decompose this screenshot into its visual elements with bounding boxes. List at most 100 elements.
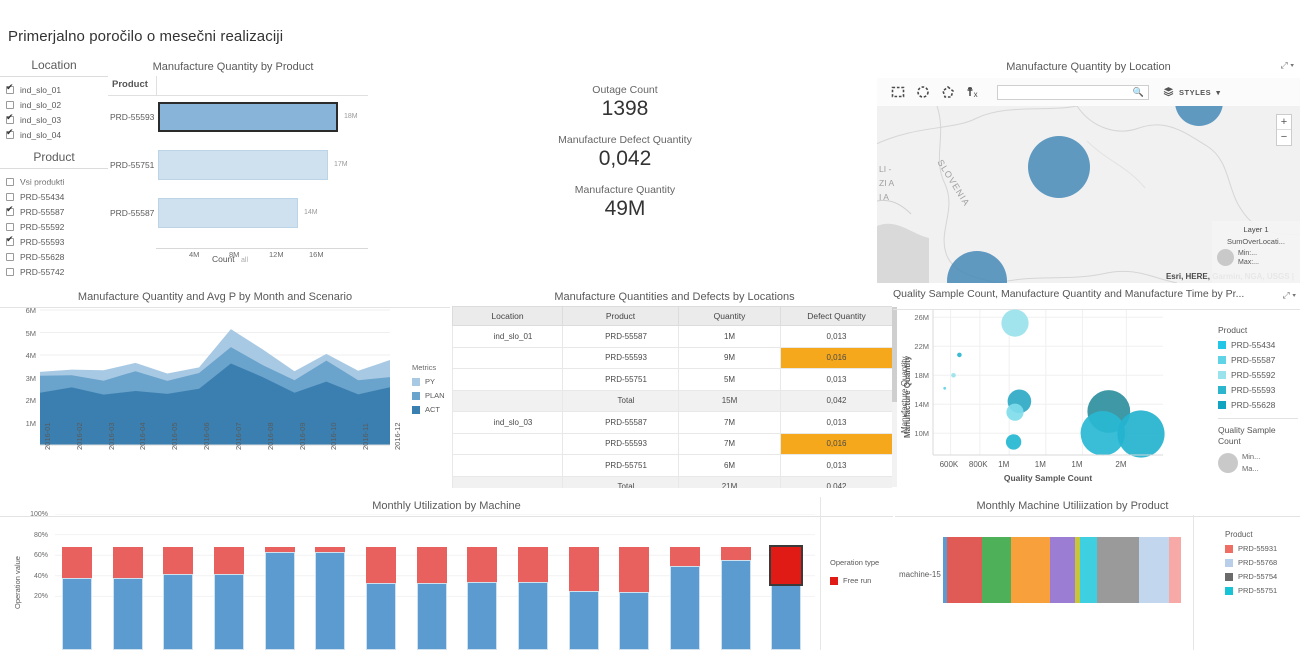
table-row[interactable]: PRD-557515M0,013 [453, 369, 893, 391]
bar-row[interactable]: PRD-5575117M [108, 148, 368, 188]
bar-segment-free-run[interactable] [113, 547, 143, 578]
utilization-legend[interactable]: Operation type Free run [830, 557, 879, 585]
mix-legend-item[interactable]: PRD-55768 [1225, 558, 1277, 567]
bar-segment-run[interactable] [721, 560, 751, 650]
product-filter-item-6[interactable]: PRD-55742 [0, 264, 108, 279]
checkbox-icon[interactable] [6, 208, 14, 216]
utilization-bar[interactable] [163, 547, 193, 650]
clear-selection-icon[interactable]: x [966, 85, 980, 99]
bar-segment-free-run[interactable] [163, 547, 193, 574]
scatter-legend-item[interactable]: PRD-55434 [1218, 340, 1298, 350]
map-canvas[interactable]: SLOVENIA LI - ZI A I A + − Esri, HERE, G… [877, 106, 1300, 283]
polygon-select-icon[interactable] [941, 85, 955, 99]
map-zoom-out-button[interactable]: − [1277, 130, 1291, 145]
area-legend[interactable]: Metrics PYPLANACT [412, 363, 445, 414]
bar-segment-run[interactable] [265, 552, 295, 650]
scatter-legend-item[interactable]: PRD-55587 [1218, 355, 1298, 365]
mix-plot-area[interactable] [943, 537, 1181, 603]
circle-select-icon[interactable] [916, 85, 930, 99]
utilization-plot-area[interactable] [55, 514, 815, 650]
mix-legend[interactable]: Product PRD-55931PRD-55768PRD-55754PRD-5… [1225, 530, 1277, 595]
mix-legend-item[interactable]: PRD-55931 [1225, 544, 1277, 553]
utilization-bar[interactable] [670, 547, 700, 650]
product-filter-item-5[interactable]: PRD-55628 [0, 249, 108, 264]
bar-segment-free-run[interactable] [366, 547, 396, 583]
utilization-bar[interactable] [417, 547, 447, 650]
utilization-bar[interactable] [315, 547, 345, 650]
rectangle-select-icon[interactable] [891, 85, 905, 99]
area-legend-item[interactable]: ACT [412, 405, 445, 414]
bar-segment-run[interactable] [619, 592, 649, 650]
mix-segment[interactable] [1097, 537, 1139, 603]
bar-segment-free-run[interactable] [518, 547, 548, 582]
bar-segment-run[interactable] [670, 566, 700, 650]
table-column-header[interactable]: Product [563, 307, 679, 326]
map-styles-button[interactable]: STYLES ▾ [1163, 86, 1220, 99]
defects-table[interactable]: LocationProductQuantityDefect Quantity i… [452, 306, 892, 488]
bar-segment-free-run[interactable] [721, 547, 751, 560]
bar-segment-run[interactable] [771, 584, 801, 650]
utilization-bar[interactable] [569, 547, 599, 650]
bar-segment-free-run[interactable] [62, 547, 92, 578]
bar-segment-run[interactable] [569, 591, 599, 650]
mix-segment[interactable] [982, 537, 1012, 603]
utilization-bar[interactable] [113, 547, 143, 650]
location-filter-item-3[interactable]: ind_slo_04 [0, 127, 108, 141]
product-filter-item-3[interactable]: PRD-55592 [0, 219, 108, 234]
bar-rect[interactable] [158, 102, 338, 132]
location-filter-item-1[interactable]: ind_slo_02 [0, 97, 108, 112]
location-filter-item-2[interactable]: ind_slo_03 [0, 112, 108, 127]
mix-segment[interactable] [1050, 537, 1075, 603]
product-filter-item-2[interactable]: PRD-55587 [0, 204, 108, 219]
utilization-bar[interactable] [62, 547, 92, 650]
bar-segment-free-run[interactable] [214, 547, 244, 574]
scatter-legend-item[interactable]: PRD-55593 [1218, 385, 1298, 395]
bar-segment-run[interactable] [518, 582, 548, 650]
area-legend-item[interactable]: PY [412, 377, 445, 386]
scatter-plot-area[interactable] [933, 310, 1163, 455]
scatter-legend-item[interactable]: PRD-55592 [1218, 370, 1298, 380]
bar-segment-run[interactable] [467, 582, 497, 650]
map-zoom-in-button[interactable]: + [1277, 115, 1291, 130]
table-row[interactable]: ind_slo_03PRD-555877M0,013 [453, 412, 893, 434]
bar-segment-free-run[interactable] [619, 547, 649, 592]
checkbox-icon[interactable] [6, 253, 14, 261]
table-row[interactable]: PRD-555937M0,016 [453, 433, 893, 455]
table-row[interactable]: PRD-555939M0,016 [453, 347, 893, 369]
bar-plot-area[interactable]: PRD-5559318MPRD-5575117MPRD-5558714M [108, 78, 368, 248]
mix-segment[interactable] [947, 537, 982, 603]
bar-segment-free-run[interactable] [569, 547, 599, 591]
checkbox-icon[interactable] [6, 86, 14, 94]
utilization-bar[interactable] [366, 547, 396, 650]
bar-segment-free-run[interactable] [417, 547, 447, 583]
area-legend-item[interactable]: PLAN [412, 391, 445, 400]
scatter-legend-item[interactable]: PRD-55628 [1218, 400, 1298, 410]
bar-row[interactable]: PRD-5559318M [108, 100, 368, 140]
utilization-bar[interactable] [467, 547, 497, 650]
checkbox-icon[interactable] [6, 178, 14, 186]
checkbox-icon[interactable] [6, 101, 14, 109]
bar-segment-run[interactable] [62, 578, 92, 650]
mix-legend-item[interactable]: PRD-55754 [1225, 572, 1277, 581]
map-toolbar[interactable]: x 🔍 STYLES ▾ [877, 78, 1300, 106]
location-filter-list[interactable]: ind_slo_01ind_slo_02ind_slo_03ind_slo_04 [0, 76, 108, 141]
location-filter-item-0[interactable]: ind_slo_01 [0, 82, 108, 97]
checkbox-icon[interactable] [6, 223, 14, 231]
mix-segment[interactable] [1080, 537, 1097, 603]
checkbox-icon[interactable] [6, 131, 14, 139]
bar-segment-free-run[interactable] [315, 547, 345, 552]
table-row[interactable]: PRD-557516M0,013 [453, 455, 893, 477]
bar-segment-free-run[interactable] [265, 547, 295, 552]
utilization-bar[interactable] [265, 547, 295, 650]
bar-segment-run[interactable] [214, 574, 244, 650]
checkbox-icon[interactable] [6, 116, 14, 124]
map-zoom-controls[interactable]: + − [1276, 114, 1292, 146]
mix-legend-item[interactable]: PRD-55751 [1225, 586, 1277, 595]
map-bubble[interactable] [1028, 136, 1090, 198]
table-column-header[interactable]: Defect Quantity [781, 307, 893, 326]
scatter-expand-icon[interactable]: ⤢ ▾ [1283, 290, 1296, 301]
bar-segment-free-run[interactable] [467, 547, 497, 582]
table-row[interactable]: Total15M0,042 [453, 390, 893, 412]
bar-segment-free-run[interactable] [771, 547, 801, 584]
bar-segment-free-run[interactable] [670, 547, 700, 566]
